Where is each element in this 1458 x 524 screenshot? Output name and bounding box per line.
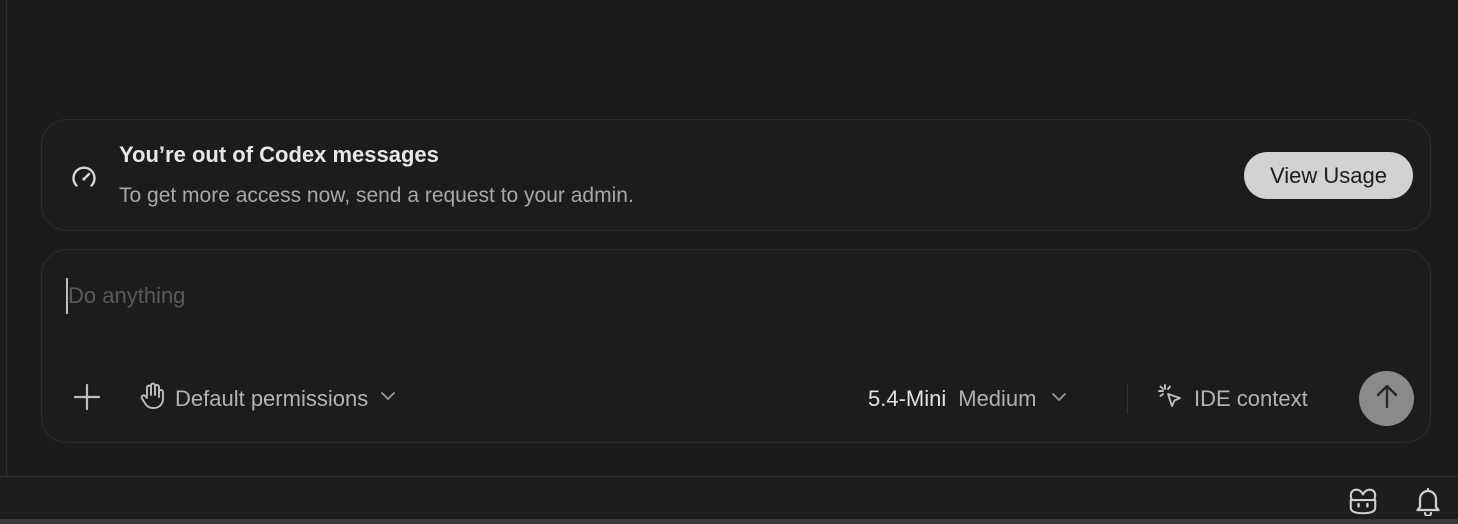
banner-subtitle: To get more access now, send a request t… bbox=[119, 184, 634, 207]
view-usage-button[interactable]: View Usage bbox=[1244, 152, 1413, 199]
permissions-label: Default permissions bbox=[175, 386, 369, 411]
bell-icon[interactable] bbox=[1412, 485, 1444, 517]
usage-limit-banner: You’re out of Codex messages To get more… bbox=[41, 119, 1431, 231]
chevron-down-icon bbox=[378, 386, 398, 412]
cursor-click-icon bbox=[1156, 382, 1184, 416]
chevron-down-icon bbox=[1049, 387, 1069, 412]
prompt-input[interactable] bbox=[66, 278, 1366, 314]
copilot-icon[interactable] bbox=[1347, 485, 1379, 517]
gauge-icon bbox=[68, 162, 100, 194]
left-divider bbox=[6, 0, 7, 476]
reasoning-effort: Medium bbox=[958, 386, 1037, 411]
banner-title: You’re out of Codex messages bbox=[119, 142, 439, 167]
composer: Default permissions 5.4-Mini Medium bbox=[41, 249, 1431, 443]
composer-toolbar: Default permissions 5.4-Mini Medium IDE … bbox=[42, 370, 1430, 428]
app-window: You’re out of Codex messages To get more… bbox=[0, 0, 1458, 524]
ide-context-toggle[interactable]: IDE context bbox=[1156, 380, 1308, 418]
model-selector[interactable]: 5.4-Mini Medium bbox=[868, 380, 1069, 418]
ide-context-label: IDE context bbox=[1194, 386, 1308, 411]
hand-icon bbox=[139, 382, 165, 416]
window-bottom-edge bbox=[0, 519, 1458, 524]
plus-icon bbox=[72, 382, 102, 417]
add-attachment-button[interactable] bbox=[68, 380, 106, 418]
toolbar-divider bbox=[1127, 384, 1128, 414]
model-name: 5.4-Mini bbox=[868, 386, 947, 411]
send-button[interactable] bbox=[1359, 371, 1414, 426]
permissions-dropdown[interactable]: Default permissions bbox=[139, 380, 398, 418]
arrow-up-icon bbox=[1372, 381, 1402, 416]
status-bar bbox=[0, 476, 1458, 524]
